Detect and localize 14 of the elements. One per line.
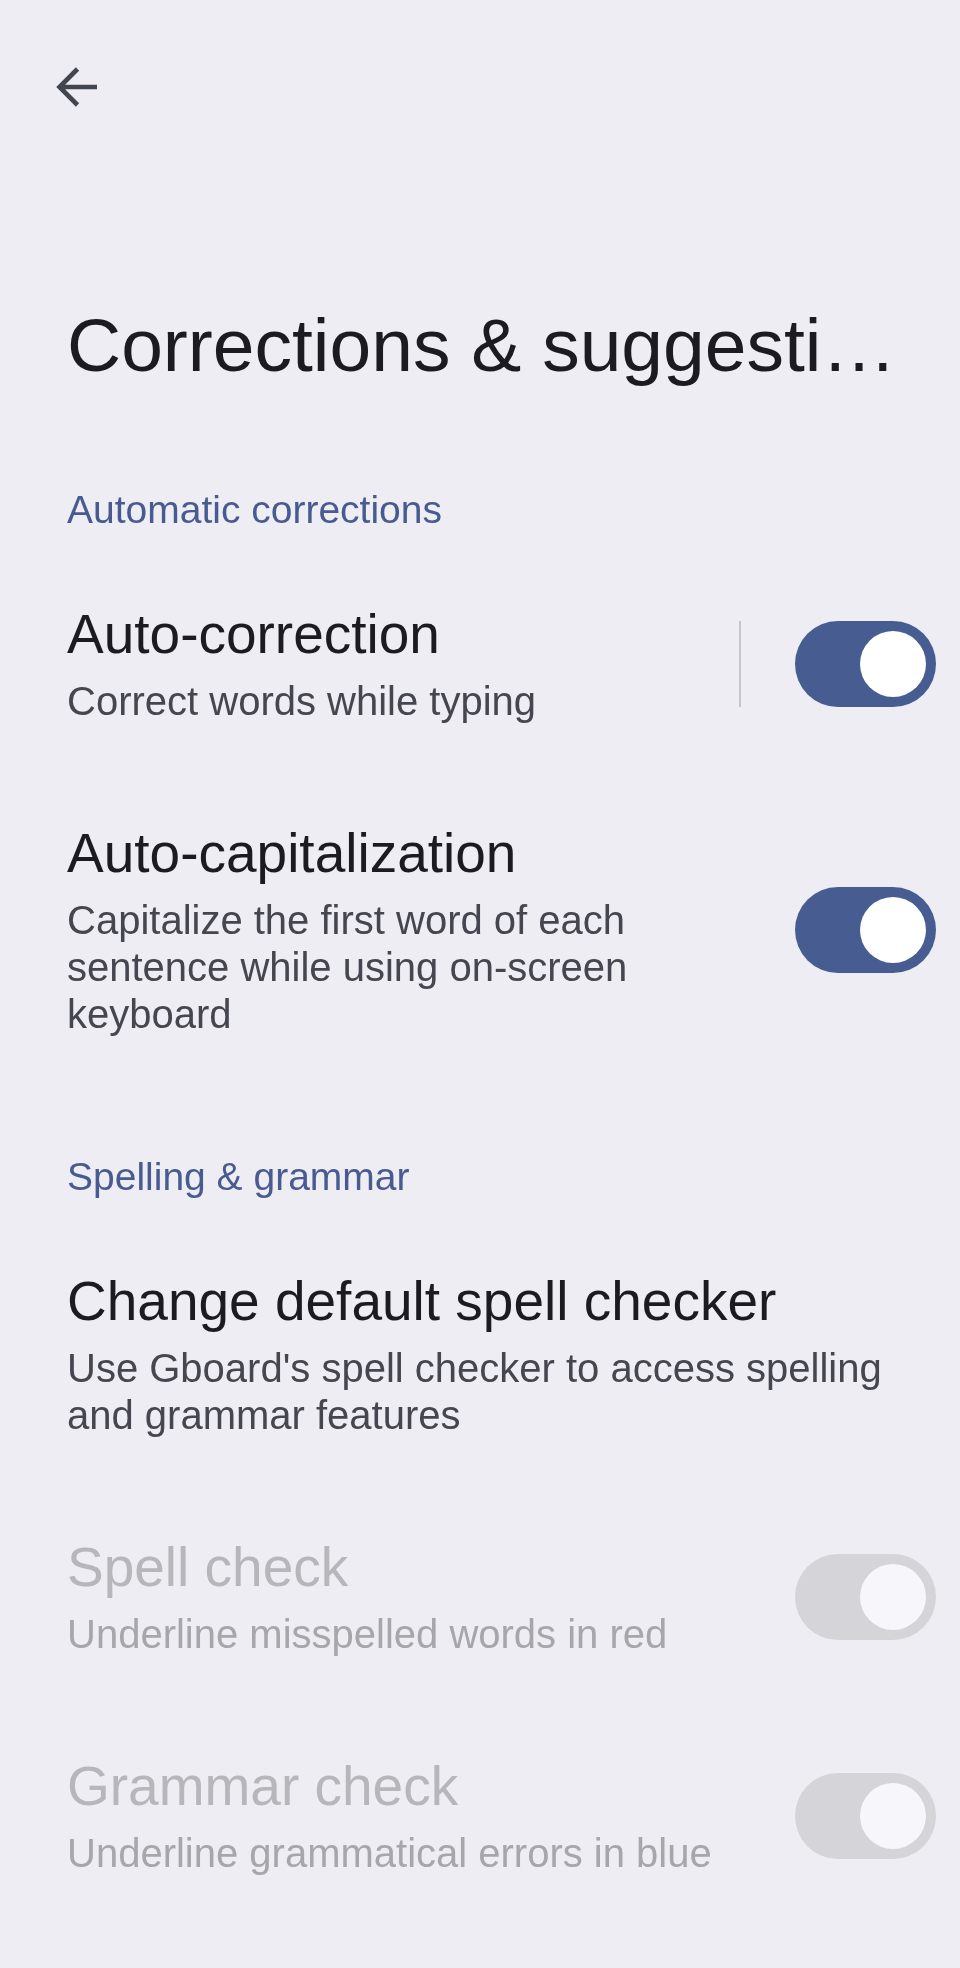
section-header: Spelling & grammar bbox=[67, 1154, 410, 1200]
setting-description: Capitalize the first word of each sentence while using on-screen keyboard bbox=[67, 897, 629, 1038]
setting-description: Use Gboard's spell checker to access spelling and grammar features bbox=[67, 1345, 883, 1439]
setting-title: Spell check bbox=[67, 1535, 349, 1599]
back-arrow-icon bbox=[54, 66, 98, 108]
setting-title: Grammar check bbox=[67, 1754, 459, 1818]
page-title: Corrections & suggesti… bbox=[67, 302, 897, 389]
setting-title: Change default spell checker bbox=[67, 1269, 777, 1333]
section-header: Automatic corrections bbox=[67, 487, 442, 533]
setting-description: Underline misspelled words in red bbox=[67, 1611, 668, 1658]
setting-title: Auto-capitalization bbox=[67, 821, 517, 885]
setting-description: Correct words while typing bbox=[67, 678, 537, 725]
setting-title: Auto-correction bbox=[67, 602, 440, 666]
setting-description: Underline grammatical errors in blue bbox=[67, 1830, 712, 1877]
